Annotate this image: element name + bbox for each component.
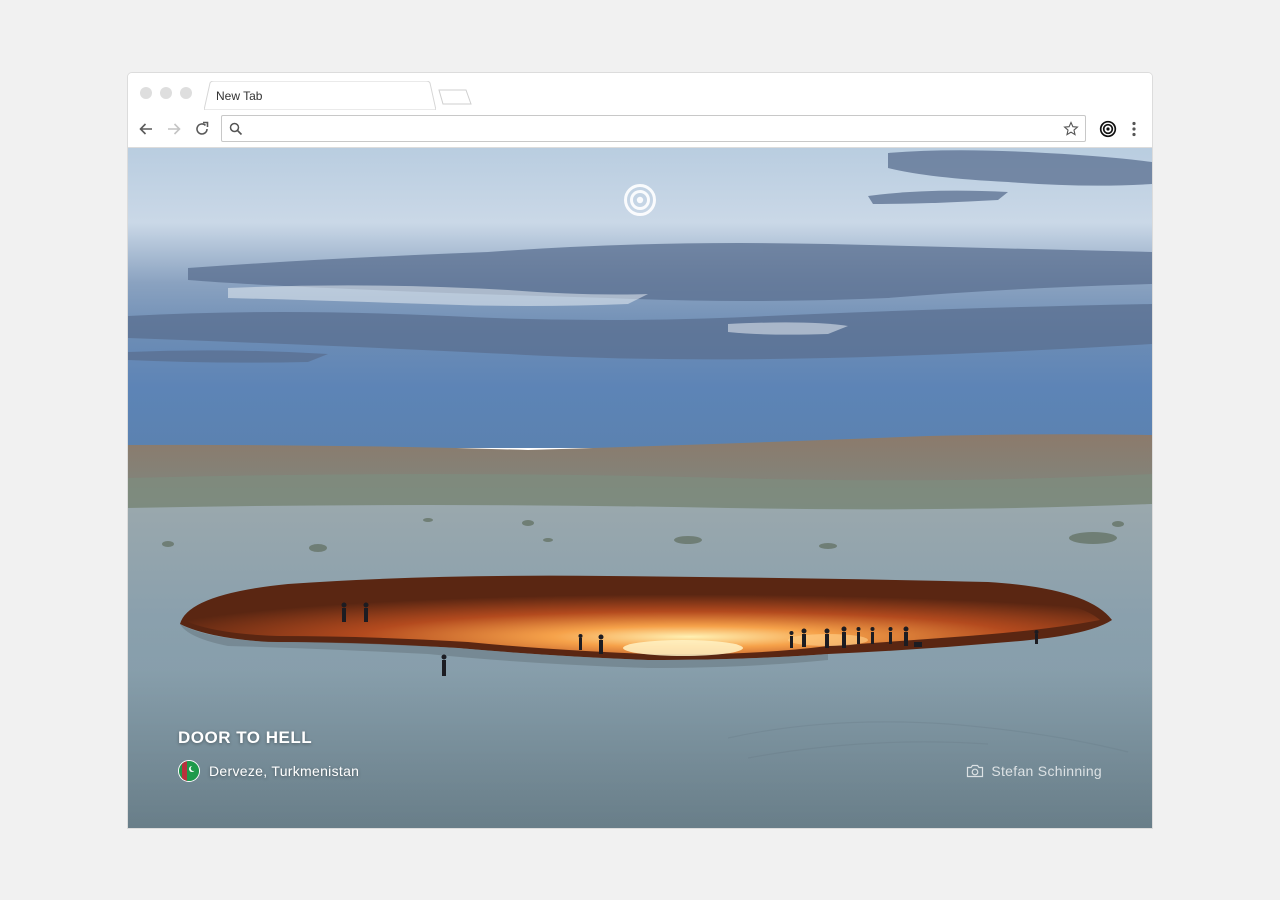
browser-window: New Tab DOOR TO HELL Derveze, Turkmenist… xyxy=(127,72,1153,829)
reload-icon xyxy=(196,121,209,135)
three-dots-icon[interactable] xyxy=(1128,120,1140,138)
omnibox[interactable] xyxy=(221,115,1086,142)
maximize-window-button[interactable] xyxy=(180,87,192,99)
tab-new-tab[interactable]: New Tab xyxy=(204,81,436,110)
back-button[interactable] xyxy=(136,119,156,139)
photo-title: DOOR TO HELL xyxy=(178,728,313,747)
target-logo-icon xyxy=(624,184,656,216)
forward-button[interactable] xyxy=(164,119,184,139)
new-tab-button[interactable] xyxy=(438,89,472,110)
reload-button[interactable] xyxy=(192,119,212,139)
search-icon xyxy=(229,122,243,136)
address-input[interactable] xyxy=(248,119,1048,138)
target-icon[interactable] xyxy=(1099,120,1117,138)
credit-label: Stefan Schinning xyxy=(991,763,1102,779)
background-photo xyxy=(128,148,1152,828)
location-label: Derveze, Turkmenistan xyxy=(209,763,360,779)
toolbar xyxy=(128,110,1152,148)
turkmenistan-flag-icon xyxy=(178,760,200,782)
minimize-window-button[interactable] xyxy=(160,87,172,99)
arrow-left-icon xyxy=(139,123,152,135)
new-tab-page: DOOR TO HELL Derveze, Turkmenistan Stefa… xyxy=(128,148,1152,828)
tab-title: New Tab xyxy=(216,89,263,103)
star-icon[interactable] xyxy=(1063,121,1079,137)
camera-icon xyxy=(967,764,984,778)
photo-location[interactable]: Derveze, Turkmenistan xyxy=(178,759,359,783)
close-window-button[interactable] xyxy=(140,87,152,99)
arrow-right-icon xyxy=(168,123,181,135)
tab-strip: New Tab xyxy=(128,73,1152,110)
photo-credit[interactable]: Stefan Schinning xyxy=(966,761,1102,781)
